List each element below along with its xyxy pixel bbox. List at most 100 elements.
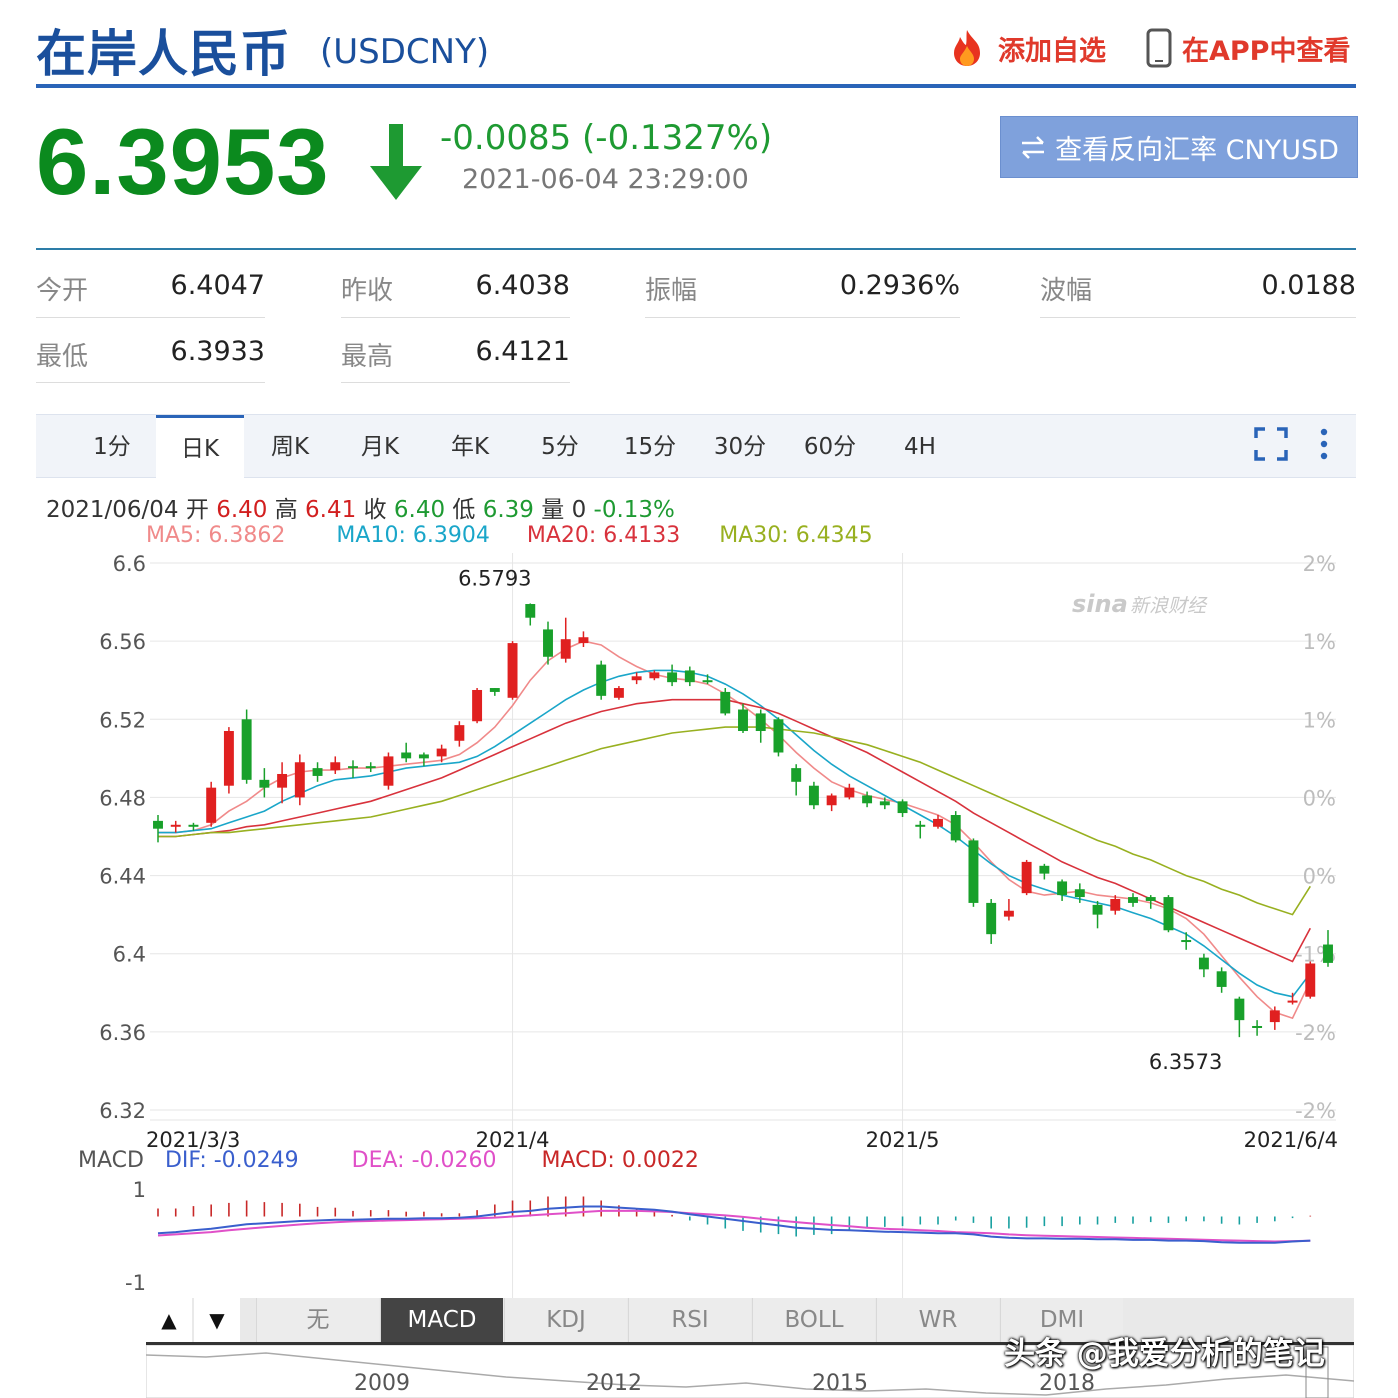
open-value: 6.40 [216,497,268,523]
candle-body [436,748,447,757]
candle-body [1039,865,1050,874]
candle-body [631,676,642,681]
candle-body [223,731,234,786]
more-menu-icon[interactable] [1316,427,1332,463]
symbol-code: (USDCNY) [320,32,490,72]
add-watchlist-button[interactable]: 添加自选 [946,28,1106,68]
macd-y-tick: 1 [133,1178,146,1202]
stat-label-amplitude: 振幅 [645,276,698,306]
candle-body [1128,897,1138,903]
stat-value-high: 6.4121 [475,336,570,367]
view-in-app-button[interactable]: 在APP中查看 [1146,28,1350,68]
stat-divider [1040,317,1356,318]
percent-tick-label: -2% [1295,1099,1336,1123]
candle-body [206,787,217,823]
candle-body [1305,963,1316,997]
ma-lines [158,640,1312,1020]
ma-line-ma5 [158,640,1312,1020]
tab-30min[interactable]: 30分 [704,415,776,477]
percent-tick-label: 1% [1303,708,1336,732]
y-axis: 6.6 6.56 6.52 6.48 6.44 6.4 6.36 6.32 [99,552,146,1123]
tab-1min[interactable]: 1分 [76,415,148,477]
candle-body [259,779,270,788]
dea-line [157,1209,1311,1243]
y-tick-label: 6.6 [113,552,146,576]
ma-line-ma30 [158,726,1311,916]
fullscreen-icon[interactable] [1254,427,1288,461]
high-value: 6.41 [305,497,357,523]
candle-body [241,719,252,780]
tab-15min[interactable]: 15分 [614,415,686,477]
indicator-kdj[interactable]: KDJ [504,1298,627,1342]
candle-body [773,719,784,753]
candle-body [365,766,376,769]
stat-value-prev-close: 6.4038 [475,270,570,301]
candle-body [879,801,890,806]
candle-body [454,725,465,741]
candle-body [153,820,163,829]
x-tick-label: 2021/5 [866,1128,940,1152]
period-tab-bar: 1分 日K 周K 月K 年K 5分 15分 30分 60分 4H [36,414,1356,478]
stat-divider [36,317,265,318]
candle-body [1163,897,1174,931]
section-divider [36,248,1356,250]
scroll-down-button[interactable]: ▼ [194,1298,240,1342]
indicator-wr[interactable]: WR [876,1298,999,1342]
macd-y-tick: -1 [125,1271,146,1295]
candle-body [1198,957,1209,970]
candle-body [330,762,341,771]
candle-body [1092,904,1103,915]
candle-body [649,672,660,679]
tab-weekly[interactable]: 周K [254,415,326,477]
candle-body [418,754,429,759]
candle-body [348,766,358,769]
candle-body [507,643,518,698]
candle-body [277,773,288,788]
candle-body [684,670,695,683]
stat-label-range: 波幅 [1040,276,1093,306]
stat-divider [36,382,265,383]
reverse-rate-button[interactable]: 查看反向汇率 CNYUSD [1000,116,1358,178]
close-value: 6.40 [393,497,446,523]
close-label: 收 [363,497,387,523]
tab-daily[interactable]: 日K [156,415,244,478]
price-annotation: 6.3573 [1149,1050,1222,1074]
phone-icon [1146,28,1172,68]
y-tick-label: 6.56 [99,630,146,654]
candlestick-chart[interactable]: 6.6 6.56 6.52 6.48 6.44 6.4 6.36 6.32 2% 1% 1% 0% 0… [0,540,1398,1300]
candle-body [808,785,819,806]
tab-4h[interactable]: 4H [884,415,956,477]
toutiao-watermark: 头条 @我爱分析的笔记 [1004,1336,1325,1372]
candle-body [543,629,553,657]
bar-change-pct: -0.13% [593,497,675,523]
candle-body [1252,1025,1263,1028]
low-label: 低 [452,497,476,523]
indicator-rsi[interactable]: RSI [628,1298,751,1342]
tab-60min[interactable]: 60分 [794,415,866,477]
swap-icon [1022,136,1045,159]
stat-value-range: 0.0188 [1261,270,1356,301]
indicator-macd[interactable]: MACD [380,1298,503,1342]
candle-body [667,672,678,683]
sina-logo: sina [1072,590,1128,618]
candle-body [933,818,943,827]
y-tick-label: 6.32 [99,1099,146,1123]
tab-5min[interactable]: 5分 [524,415,596,477]
candle-body [755,713,766,732]
header-divider [36,84,1356,88]
year-2018: 2018 [1039,1371,1095,1396]
sina-caption: 新浪财经 [1130,595,1208,617]
tab-monthly[interactable]: 月K [344,415,416,477]
tab-yearly[interactable]: 年K [434,415,506,477]
macd-value-legend: MACD: 0.0022 [541,1148,699,1173]
candle-body [791,768,802,782]
low-value: 6.39 [482,497,534,523]
down-arrow-icon [370,124,422,200]
candle-body [1003,910,1014,917]
bar-info-line: 2021/06/04 开 6.40 高 6.41 收 6.40 低 6.39 量… [46,490,675,524]
indicator-none[interactable]: 无 [256,1298,379,1342]
candle-body [702,680,713,683]
ma-line-ma20 [158,698,1312,963]
scroll-up-button[interactable]: ▲ [146,1298,192,1342]
indicator-boll[interactable]: BOLL [752,1298,875,1342]
